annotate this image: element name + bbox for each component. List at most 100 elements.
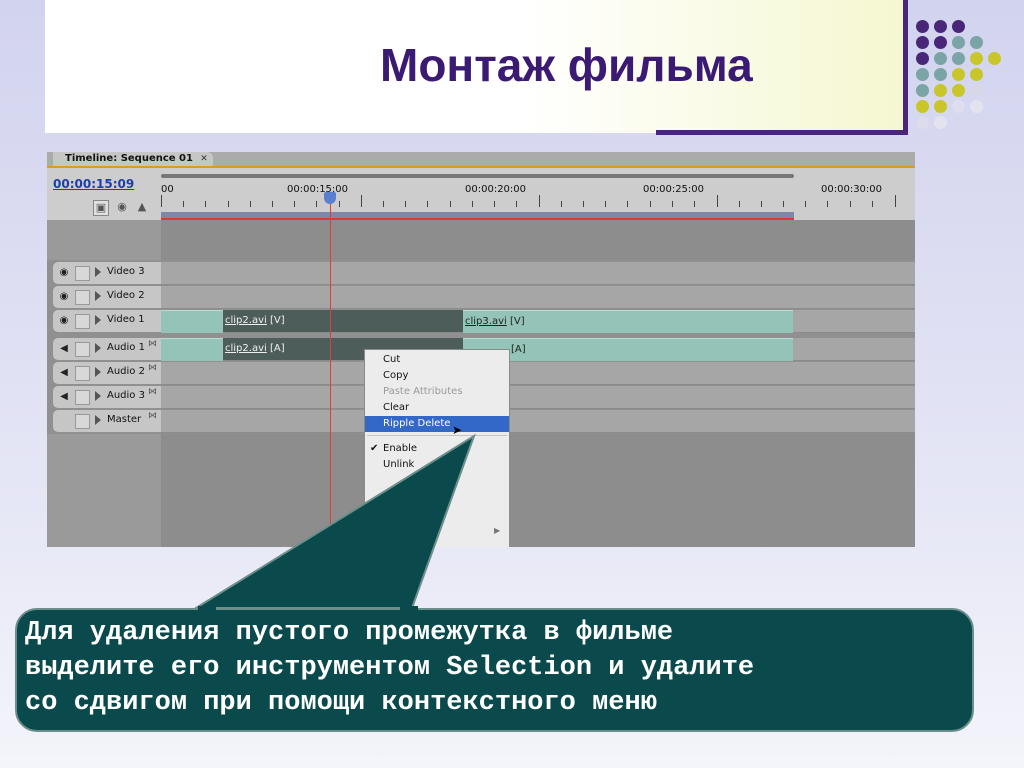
- playhead-handle[interactable]: [324, 192, 336, 204]
- callout-text: Для удаления пустого промежутка в фильме…: [25, 616, 970, 721]
- menu-item-paste-attributes: Paste Attributes: [383, 386, 463, 397]
- chevron-right-icon: ▶: [494, 526, 501, 535]
- playhead-line: [330, 198, 331, 547]
- track-header-video-2[interactable]: ◉ Video 2: [53, 286, 161, 308]
- timeline-controls: 00:00:15:09 ▣ ◉ ▲: [47, 168, 161, 220]
- track-audio-3[interactable]: [161, 386, 915, 409]
- ruler-label: 00:00:20:00: [465, 184, 527, 195]
- current-timecode[interactable]: 00:00:15:09: [53, 177, 134, 191]
- title-accent-vertical: [903, 0, 908, 133]
- menu-item-ripple-delete[interactable]: Ripple Delete ➤: [365, 416, 509, 437]
- expand-icon[interactable]: [95, 315, 101, 325]
- ruler-label: 00:00:30:00: [821, 184, 883, 195]
- menu-item-enable[interactable]: ✔ Enable: [365, 441, 509, 457]
- ruler-ticks: [161, 195, 915, 213]
- speaker-icon[interactable]: ◀: [57, 390, 71, 404]
- clip-label: [A]: [511, 344, 526, 355]
- instruction-callout: Для удаления пустого промежутка в фильме…: [15, 608, 974, 732]
- expand-icon[interactable]: [95, 291, 101, 301]
- eye-icon[interactable]: ◉: [57, 266, 71, 280]
- sync-lock-icon[interactable]: ⋈: [148, 363, 157, 373]
- menu-item-unlink[interactable]: Unlink: [365, 457, 509, 473]
- ruler-label: 00: [161, 184, 174, 195]
- check-icon: ✔: [370, 443, 379, 454]
- gap-selection[interactable]: [161, 310, 223, 333]
- lock-toggle[interactable]: [75, 414, 90, 429]
- track-header-audio-3[interactable]: ◀ Audio 3 ⋈: [53, 386, 161, 408]
- ruler-label: 00:00:15:00: [287, 184, 349, 195]
- track-header-video-1[interactable]: ◉ Video 1: [53, 310, 161, 332]
- gap-selection-audio[interactable]: [161, 338, 223, 361]
- expand-icon[interactable]: [95, 391, 101, 401]
- lock-toggle[interactable]: [75, 266, 90, 281]
- expand-icon[interactable]: [95, 415, 101, 425]
- slide-title: Монтаж фильма: [380, 39, 753, 91]
- lock-toggle[interactable]: [75, 314, 90, 329]
- clip-label: clip2.avi [V]: [225, 315, 285, 326]
- speaker-icon[interactable]: ◀: [57, 342, 71, 356]
- menu-item-copy[interactable]: Copy: [365, 368, 509, 384]
- menu-separator: [367, 435, 507, 436]
- callout-line: со сдвигом при помощи контекстного меню: [25, 688, 657, 718]
- lock-toggle[interactable]: [75, 342, 90, 357]
- lock-toggle[interactable]: [75, 366, 90, 381]
- zoom-scroll-bar[interactable]: [161, 174, 794, 178]
- track-video-3[interactable]: [161, 262, 915, 285]
- sync-lock-icon[interactable]: ⋈: [148, 339, 157, 349]
- track-header-audio-2[interactable]: ◀ Audio 2 ⋈: [53, 362, 161, 384]
- callout-line: Для удаления пустого промежутка в фильме: [25, 618, 674, 648]
- expand-icon[interactable]: [95, 267, 101, 277]
- clip-v1-clip2[interactable]: clip2.avi [V]: [223, 310, 463, 332]
- panel-tab-bar: Timeline: Sequence 01 ✕: [47, 152, 915, 166]
- tab-timeline[interactable]: Timeline: Sequence 01 ✕: [53, 152, 213, 166]
- track-filler: [161, 434, 915, 547]
- menu-item-cut[interactable]: Cut: [365, 352, 509, 368]
- time-ruler[interactable]: 00 00:00:15:00 00:00:20:00 00:00:25:00 0…: [161, 168, 915, 220]
- track-video-1[interactable]: clip2.avi [V] clip3.avi [V]: [161, 310, 915, 333]
- menu-item-clear[interactable]: Clear: [365, 400, 509, 416]
- eye-icon[interactable]: ◉: [57, 314, 71, 328]
- context-menu: Cut Copy Paste Attributes Clear Ripple D…: [364, 349, 510, 547]
- track-name: Video 1: [107, 314, 145, 325]
- pointer-joint: [400, 606, 418, 612]
- header-spacer: [47, 220, 161, 260]
- lock-toggle[interactable]: [75, 390, 90, 405]
- header-filler: [47, 434, 161, 547]
- menu-item-submenu[interactable]: ▶: [365, 523, 509, 539]
- clip-label: clip3.avi [V]: [465, 316, 525, 327]
- expand-icon[interactable]: [95, 343, 101, 353]
- decorative-dots: [912, 18, 1024, 130]
- marker-icon[interactable]: ◉: [115, 200, 129, 214]
- clip-a1-clip3[interactable]: [A]: [463, 338, 793, 361]
- speaker-icon[interactable]: ◀: [57, 366, 71, 380]
- track-header-master[interactable]: Master ⋈: [53, 410, 161, 432]
- track-name: Video 2: [107, 290, 145, 301]
- track-master[interactable]: [161, 410, 915, 433]
- ruler-label: 00:00:25:00: [643, 184, 705, 195]
- track-video-2[interactable]: [161, 286, 915, 309]
- eye-icon[interactable]: ◉: [57, 290, 71, 304]
- track-audio-2[interactable]: [161, 362, 915, 385]
- drop-icon[interactable]: ▲: [135, 200, 149, 214]
- sync-lock-icon[interactable]: ⋈: [148, 411, 157, 421]
- track-spacer: [161, 220, 915, 260]
- pointer-joint: [198, 606, 216, 612]
- timeline-panel: Timeline: Sequence 01 ✕ 00:00:15:09 ▣ ◉ …: [47, 152, 915, 547]
- track-name: Audio 3: [107, 390, 145, 401]
- track-header-audio-1[interactable]: ◀ Audio 1 ⋈: [53, 338, 161, 360]
- track-header-video-3[interactable]: ◉ Video 3: [53, 262, 161, 284]
- clip-label: clip2.avi [A]: [225, 343, 285, 354]
- track-audio-1[interactable]: clip2.avi [A] [A]: [161, 338, 915, 361]
- sync-lock-icon[interactable]: ⋈: [148, 387, 157, 397]
- lock-toggle[interactable]: [75, 290, 90, 305]
- track-name: Audio 1: [107, 342, 145, 353]
- clip-v1-clip3[interactable]: clip3.avi [V]: [463, 310, 793, 333]
- snap-icon[interactable]: ▣: [93, 200, 109, 216]
- expand-icon[interactable]: [95, 367, 101, 377]
- track-name: Master: [107, 414, 142, 425]
- title-accent-horizontal: [656, 130, 908, 135]
- callout-line: выделите его инструментом Selection и уд…: [25, 653, 755, 683]
- track-name: Audio 2: [107, 366, 145, 377]
- track-name: Video 3: [107, 266, 145, 277]
- close-icon[interactable]: ✕: [199, 154, 209, 164]
